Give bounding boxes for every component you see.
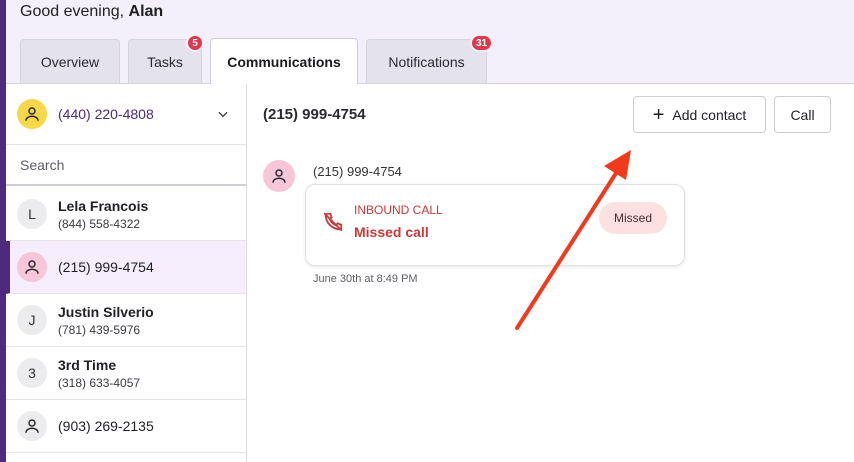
- tasks-badge: 5: [186, 34, 204, 52]
- call-button[interactable]: Call: [774, 96, 831, 133]
- line-number: (440) 220-4808: [58, 106, 154, 122]
- call-type: INBOUND CALL: [354, 203, 443, 217]
- plus-icon: +: [652, 103, 665, 126]
- search-input[interactable]: [6, 146, 246, 184]
- contact-phone: (844) 558-4322: [58, 216, 141, 231]
- person-icon: [25, 107, 39, 121]
- message-avatar: [263, 160, 295, 192]
- contact-item[interactable]: J Justin Silverio (781) 439-5976: [6, 294, 246, 347]
- conversation-sidebar: (440) 220-4808 L Lela Francois (844) 558…: [6, 84, 247, 462]
- contact-name: Justin Silverio: [58, 303, 154, 320]
- greeting-name: Alan: [128, 3, 164, 20]
- contact-avatar: J: [17, 305, 47, 335]
- notifications-badge: 31: [470, 34, 494, 52]
- call-label: Call: [790, 106, 815, 123]
- phone-line-selector[interactable]: (440) 220-4808: [6, 84, 246, 145]
- add-contact-button[interactable]: + Add contact: [633, 96, 766, 133]
- person-icon: [25, 260, 39, 274]
- contact-name: Lela Francois: [58, 197, 149, 214]
- contact-avatar: 3: [17, 358, 47, 388]
- red-arrow-annotation: [515, 150, 631, 330]
- contact-name: 3rd Time: [58, 356, 117, 373]
- search-box: [6, 146, 246, 186]
- contact-name: (215) 999-4754: [58, 259, 154, 275]
- message-sender: (215) 999-4754: [313, 164, 402, 179]
- contact-item[interactable]: (903) 269-2135: [6, 400, 246, 453]
- contact-item-selected[interactable]: (215) 999-4754: [6, 241, 246, 294]
- message-timestamp: June 30th at 8:49 PM: [313, 273, 418, 285]
- call-status: Missed call: [354, 224, 429, 240]
- contact-avatar: [17, 252, 47, 282]
- communications-panel: (440) 220-4808 L Lela Francois (844) 558…: [6, 83, 854, 462]
- tab-label: Communications: [227, 53, 341, 70]
- contact-avatar: [17, 411, 47, 441]
- person-icon: [272, 169, 286, 183]
- contact-phone: (318) 633-4057: [58, 375, 141, 390]
- contact-item[interactable]: L Lela Francois (844) 558-4322: [6, 188, 246, 241]
- greeting-prefix: Good evening,: [20, 3, 125, 20]
- tab-label: Overview: [40, 54, 100, 70]
- contact-item[interactable]: 3 3rd Time (318) 633-4057: [6, 347, 246, 400]
- person-icon: [25, 419, 39, 433]
- conversation-title: (215) 999-4754: [263, 106, 366, 123]
- contact-phone: (781) 439-5976: [58, 322, 141, 337]
- tab-overview[interactable]: Overview: [20, 39, 120, 84]
- add-contact-label: Add contact: [672, 106, 747, 123]
- tab-label: Notifications: [388, 54, 465, 70]
- line-avatar: [17, 99, 47, 129]
- tab-label: Tasks: [147, 54, 183, 70]
- missed-call-icon: [323, 212, 343, 232]
- greeting: Good evening, Alan: [20, 3, 163, 21]
- chevron-down-icon[interactable]: [216, 107, 230, 121]
- contact-name: (903) 269-2135: [58, 418, 154, 434]
- contact-avatar: L: [17, 199, 47, 229]
- tab-notifications[interactable]: Notifications: [366, 39, 487, 84]
- tab-communications[interactable]: Communications: [210, 38, 358, 84]
